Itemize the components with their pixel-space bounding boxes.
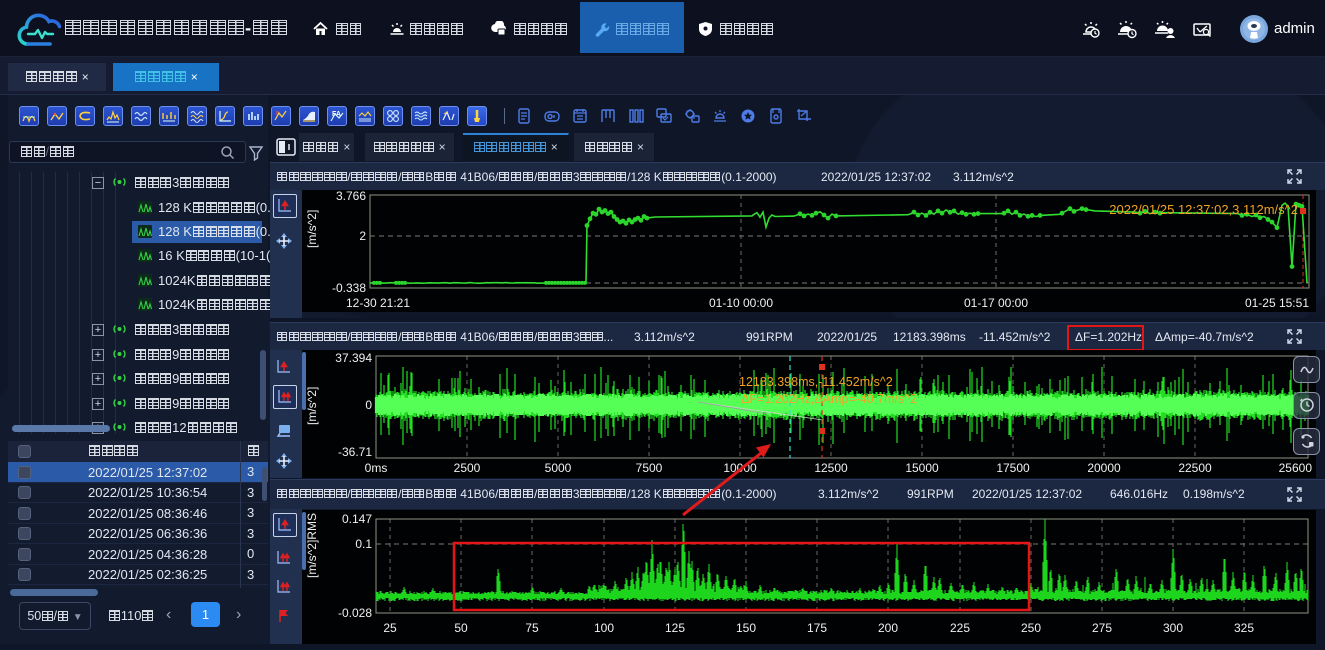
svg-text:17500: 17500 [996, 461, 1030, 475]
svg-text:2: 2 [359, 229, 366, 243]
svg-text:22500: 22500 [1178, 461, 1212, 475]
svg-text:20000: 20000 [1087, 461, 1121, 475]
svg-text:[m/s^2]: [m/s^2] [305, 210, 319, 248]
svg-text:01-17 00:00: 01-17 00:00 [964, 296, 1028, 310]
svg-text:[m/s^2]: [m/s^2] [305, 387, 319, 425]
svg-text:3.766: 3.766 [336, 190, 366, 203]
svg-text:200: 200 [878, 621, 898, 635]
svg-text:2022/01/25 12:37:02,3.112m/s^2: 2022/01/25 12:37:02,3.112m/s^2 [1109, 202, 1298, 217]
svg-text:01-25 15:51: 01-25 15:51 [1245, 296, 1309, 310]
svg-text:-36.71: -36.71 [338, 445, 372, 459]
svg-text:0.147: 0.147 [342, 512, 372, 526]
svg-text:125: 125 [665, 621, 685, 635]
svg-text:0ms: 0ms [365, 461, 388, 475]
svg-text:100: 100 [594, 621, 614, 635]
svg-text:25: 25 [383, 621, 397, 635]
svg-text:10000: 10000 [723, 461, 757, 475]
svg-text:275: 275 [1092, 621, 1112, 635]
svg-text:150: 150 [736, 621, 756, 635]
svg-text:12183.398ms,-11.452m/s^2: 12183.398ms,-11.452m/s^2 [739, 375, 893, 389]
svg-text:-0.338: -0.338 [332, 281, 366, 295]
svg-text:7500: 7500 [636, 461, 663, 475]
svg-text:-0.028: -0.028 [338, 606, 372, 620]
svg-text:15000: 15000 [905, 461, 939, 475]
svg-text:25600: 25600 [1279, 461, 1313, 475]
svg-text:225: 225 [950, 621, 970, 635]
svg-text:12500: 12500 [814, 461, 848, 475]
svg-text:01-10 00:00: 01-10 00:00 [709, 296, 773, 310]
svg-text:ΔF=1.202Hz,ΔAmp=-40.7m/s^2: ΔF=1.202Hz,ΔAmp=-40.7m/s^2 [741, 392, 917, 406]
svg-text:50: 50 [454, 621, 468, 635]
svg-text:0.1: 0.1 [355, 537, 372, 551]
svg-text:5000: 5000 [545, 461, 572, 475]
svg-text:75: 75 [525, 621, 539, 635]
svg-text:175: 175 [807, 621, 827, 635]
svg-text:37.394: 37.394 [335, 351, 372, 365]
svg-text:300: 300 [1163, 621, 1183, 635]
svg-text:12-30 21:21: 12-30 21:21 [346, 296, 410, 310]
svg-text:325: 325 [1234, 621, 1254, 635]
svg-text:[m/s^2]RMS: [m/s^2]RMS [305, 513, 319, 578]
svg-text:250: 250 [1021, 621, 1041, 635]
svg-text:2500: 2500 [454, 461, 481, 475]
svg-text:0: 0 [365, 398, 372, 412]
